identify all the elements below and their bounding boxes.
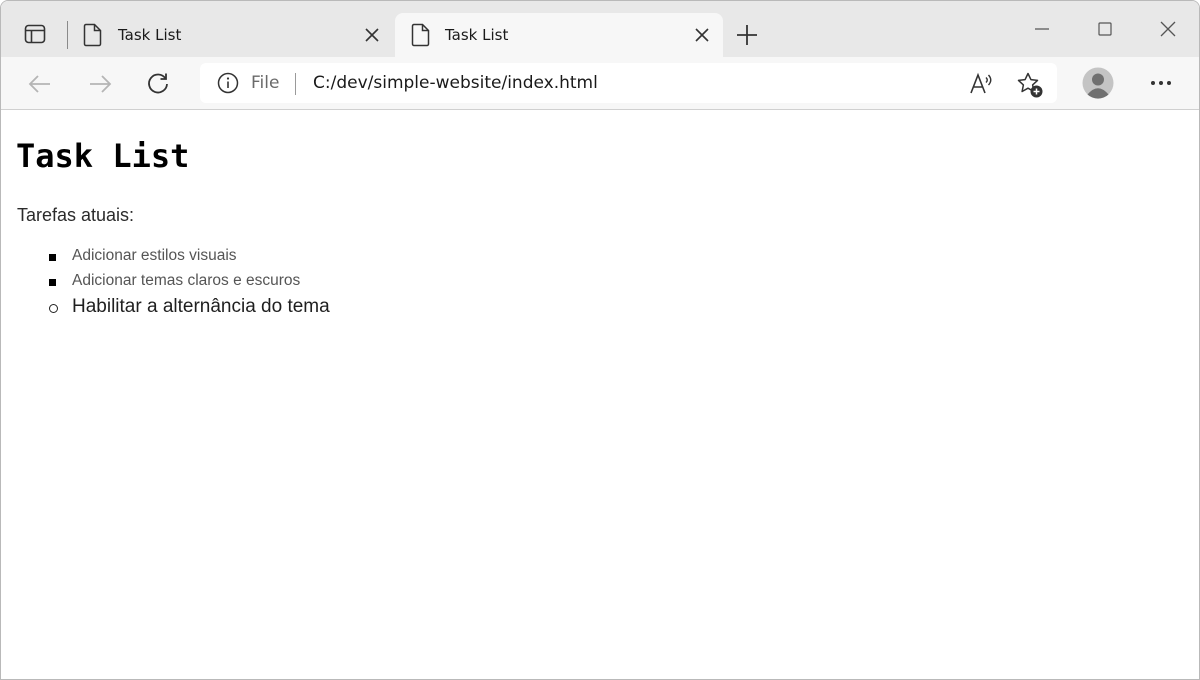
tab-strip: Task List Task List bbox=[1, 1, 1199, 57]
navigation-toolbar: File C:/dev/simple-website/index.html bbox=[1, 57, 1199, 110]
close-icon[interactable] bbox=[693, 26, 711, 44]
close-icon[interactable] bbox=[363, 26, 381, 44]
plus-icon[interactable] bbox=[735, 23, 759, 47]
add-favorite-icon[interactable] bbox=[1016, 71, 1044, 99]
task-label: Habilitar a alternância do tema bbox=[72, 296, 330, 317]
refresh-icon[interactable] bbox=[144, 70, 172, 98]
maximize-icon[interactable] bbox=[1095, 19, 1115, 39]
read-aloud-icon[interactable] bbox=[968, 71, 994, 97]
intro-text: Tarefas atuais: bbox=[17, 205, 135, 225]
tab-actions-icon[interactable] bbox=[15, 19, 55, 49]
square-bullet-icon bbox=[49, 279, 56, 286]
info-icon[interactable] bbox=[217, 72, 239, 94]
scheme-label: File bbox=[251, 73, 280, 93]
tab-separator bbox=[67, 21, 68, 49]
tab-active[interactable]: Task List bbox=[395, 13, 723, 57]
page-title: Task List bbox=[16, 137, 190, 175]
page-icon bbox=[83, 23, 103, 52]
square-bullet-icon bbox=[49, 254, 56, 261]
window-close-icon[interactable] bbox=[1158, 19, 1178, 39]
address-bar[interactable]: File C:/dev/simple-website/index.html bbox=[200, 63, 1057, 103]
browser-window: Task List Task List File C:/dev/simple-w… bbox=[0, 0, 1200, 680]
back-arrow-icon[interactable] bbox=[26, 70, 54, 98]
profile-icon[interactable] bbox=[1082, 67, 1114, 99]
url-text[interactable]: C:/dev/simple-website/index.html bbox=[313, 73, 598, 93]
tab-inactive[interactable]: Task List bbox=[71, 13, 393, 57]
tab-title: Task List bbox=[118, 26, 182, 44]
forward-arrow-icon[interactable] bbox=[86, 70, 114, 98]
task-label: Adicionar estilos visuais bbox=[72, 247, 237, 264]
page-icon bbox=[411, 23, 431, 52]
task-label: Adicionar temas claros e escuros bbox=[72, 272, 301, 289]
page-viewport: Task List Tarefas atuais: Adicionar esti… bbox=[1, 111, 1199, 679]
more-icon[interactable] bbox=[1147, 74, 1175, 92]
address-separator bbox=[295, 73, 296, 95]
minimize-icon[interactable] bbox=[1032, 19, 1052, 39]
tab-title: Task List bbox=[445, 26, 509, 44]
circle-bullet-icon bbox=[49, 304, 58, 313]
